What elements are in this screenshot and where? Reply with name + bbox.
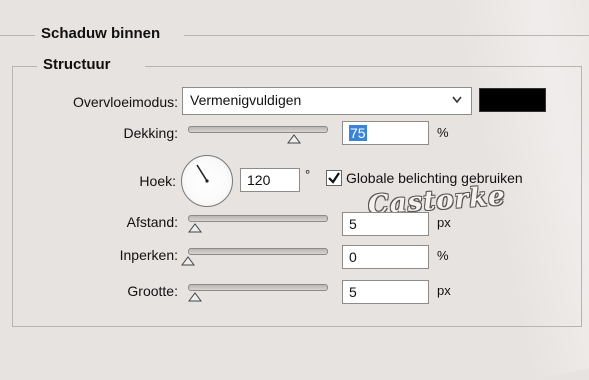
- group-rule-right: [184, 35, 589, 36]
- blend-mode-label: Overvloeimodus:: [72, 94, 178, 110]
- opacity-slider-thumb[interactable]: [287, 134, 301, 144]
- opacity-value: 75: [349, 125, 367, 141]
- distance-input[interactable]: 5: [342, 212, 429, 236]
- choke-slider-track[interactable]: [188, 248, 328, 255]
- blend-mode-select[interactable]: Vermenigvuldigen: [182, 87, 472, 115]
- global-light-checkbox[interactable]: [326, 170, 342, 186]
- opacity-label: Dekking:: [123, 125, 178, 141]
- choke-input[interactable]: 0: [342, 245, 429, 269]
- angle-value: 120: [247, 172, 271, 188]
- size-label: Grootte:: [127, 283, 178, 299]
- distance-label: Afstand:: [126, 214, 178, 230]
- angle-label: Hoek:: [139, 173, 176, 189]
- opacity-input[interactable]: 75: [342, 121, 429, 145]
- choke-slider-thumb[interactable]: [181, 256, 195, 266]
- size-slider-thumb[interactable]: [188, 292, 202, 302]
- angle-input[interactable]: 120: [240, 168, 300, 192]
- angle-dial-needle: [196, 164, 209, 183]
- blend-mode-value: Vermenigvuldigen: [190, 92, 302, 108]
- subgroup-rule-right: [145, 66, 581, 67]
- opacity-slider-track[interactable]: [188, 126, 328, 133]
- opacity-unit: %: [437, 125, 449, 140]
- chevron-down-icon: [452, 96, 462, 104]
- size-value: 5: [349, 284, 357, 300]
- choke-label: Inperken:: [119, 247, 178, 263]
- subgroup-title: Structuur: [37, 56, 117, 74]
- size-slider-track[interactable]: [188, 284, 328, 291]
- distance-slider-thumb[interactable]: [188, 223, 202, 233]
- size-unit: px: [437, 283, 451, 298]
- choke-unit: %: [437, 248, 449, 263]
- distance-value: 5: [349, 216, 357, 232]
- group-rule-left: [0, 35, 36, 36]
- group-title: Schaduw binnen: [35, 25, 167, 43]
- distance-slider-track[interactable]: [188, 215, 328, 222]
- shadow-color-swatch[interactable]: [479, 88, 546, 112]
- size-input[interactable]: 5: [342, 280, 429, 304]
- subgroup-rule-left: [12, 66, 38, 67]
- distance-unit: px: [437, 215, 451, 230]
- checkmark-icon: [328, 172, 340, 184]
- choke-value: 0: [349, 249, 357, 265]
- angle-unit: °: [305, 167, 311, 182]
- angle-dial[interactable]: [181, 155, 233, 207]
